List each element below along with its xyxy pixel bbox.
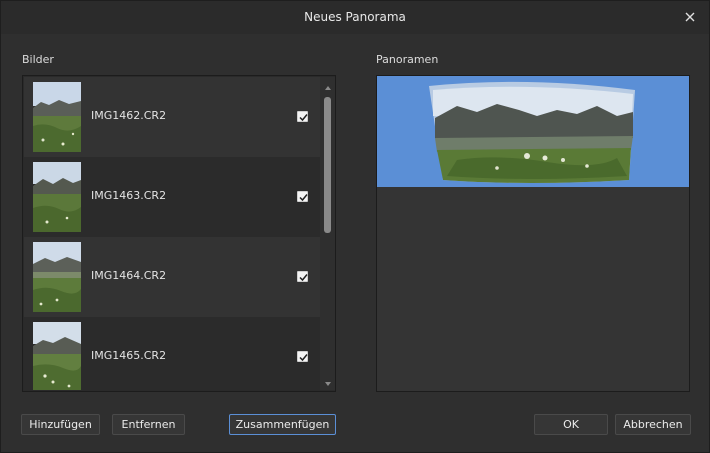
title-bar: Neues Panorama xyxy=(1,1,709,34)
images-section-label: Bilder xyxy=(22,53,54,66)
scroll-up-icon[interactable] xyxy=(324,82,332,90)
merge-button[interactable]: Zusammenfügen xyxy=(229,414,336,435)
image-thumbnail xyxy=(33,162,81,232)
include-checkbox[interactable] xyxy=(297,191,308,202)
add-images-button[interactable]: Hinzufügen xyxy=(21,414,100,435)
cancel-button[interactable]: Abbrechen xyxy=(615,414,691,435)
scroll-down-icon[interactable] xyxy=(324,378,332,386)
panorama-preview-list[interactable] xyxy=(376,75,690,392)
new-panorama-dialog: Neues Panorama Bilder Panoramen IMG1462.… xyxy=(0,0,710,453)
image-thumbnail xyxy=(33,242,81,312)
image-thumbnail xyxy=(33,82,81,152)
scrollbar-thumb[interactable] xyxy=(324,97,331,233)
close-icon[interactable] xyxy=(681,8,699,26)
image-list[interactable]: IMG1462.CR2 IMG1463.CR2 IMG1464.CR2 IMG1… xyxy=(22,75,336,392)
image-filename: IMG1463.CR2 xyxy=(91,189,167,202)
image-list-viewport: IMG1462.CR2 IMG1463.CR2 IMG1464.CR2 IMG1… xyxy=(24,77,320,390)
list-item[interactable]: IMG1463.CR2 xyxy=(24,157,320,237)
panoramas-section-label: Panoramen xyxy=(376,53,439,66)
list-item[interactable]: IMG1462.CR2 xyxy=(24,77,320,157)
remove-images-button[interactable]: Entfernen xyxy=(112,414,185,435)
image-filename: IMG1462.CR2 xyxy=(91,109,167,122)
panorama-preview[interactable] xyxy=(377,76,689,187)
ok-button[interactable]: OK xyxy=(534,414,608,435)
image-filename: IMG1464.CR2 xyxy=(91,269,167,282)
list-scrollbar[interactable] xyxy=(320,77,335,390)
list-item[interactable]: IMG1465.CR2 xyxy=(24,317,320,390)
include-checkbox[interactable] xyxy=(297,271,308,282)
list-item[interactable]: IMG1464.CR2 xyxy=(24,237,320,317)
include-checkbox[interactable] xyxy=(297,111,308,122)
image-thumbnail xyxy=(33,322,81,390)
image-filename: IMG1465.CR2 xyxy=(91,349,167,362)
dialog-title: Neues Panorama xyxy=(304,10,406,24)
include-checkbox[interactable] xyxy=(297,351,308,362)
